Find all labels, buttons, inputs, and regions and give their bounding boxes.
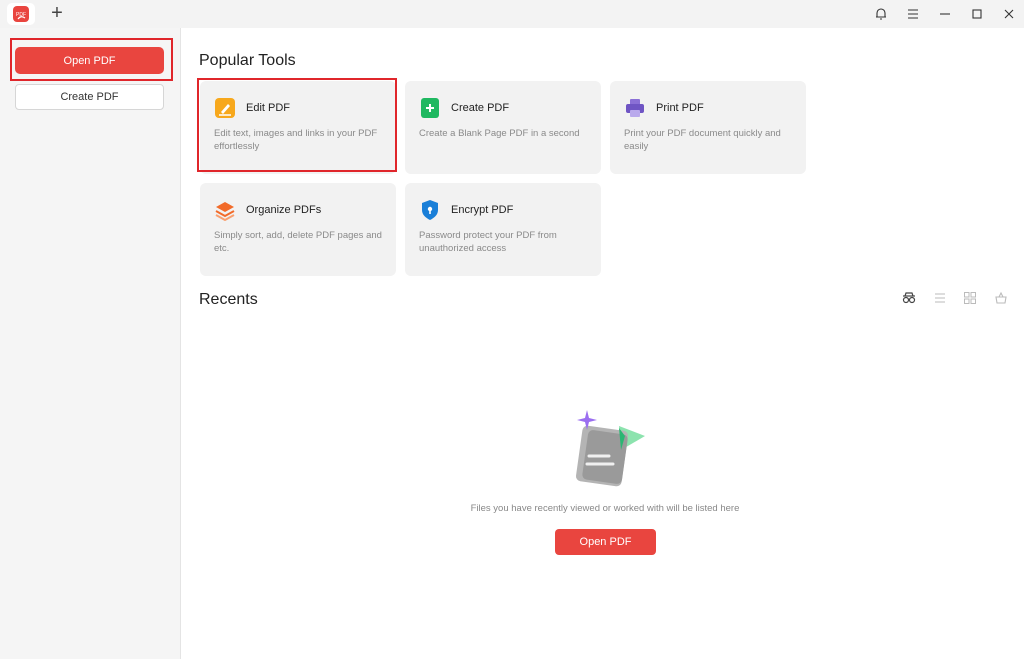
grid-view-icon[interactable] (962, 290, 978, 306)
glasses-icon[interactable] (901, 290, 917, 306)
tool-card-desc: Password protect your PDF from unauthori… (419, 230, 557, 254)
sidebar (0, 28, 181, 659)
empty-document-illustration (567, 406, 649, 488)
recents-title: Recents (199, 291, 258, 308)
edit-pdf-highlight (197, 78, 397, 172)
title-bar: PDF + (0, 0, 1024, 28)
sidebar-create-pdf-button[interactable]: Create PDF (15, 84, 164, 110)
basket-icon[interactable] (993, 290, 1009, 306)
bell-icon[interactable] (872, 5, 890, 23)
tool-card-title: Encrypt PDF (451, 204, 514, 216)
tool-card-title: Create PDF (451, 102, 510, 114)
sidebar-open-pdf-button[interactable]: Open PDF (15, 47, 164, 74)
shield-lock-icon (419, 199, 441, 221)
minimize-icon[interactable] (936, 5, 954, 23)
printer-icon (624, 97, 646, 119)
app-logo: PDF (7, 3, 35, 25)
tool-card-desc: Create a Blank Page PDF in a second (419, 128, 580, 139)
empty-state-text: Files you have recently viewed or worked… (470, 503, 740, 514)
maximize-icon[interactable] (968, 5, 986, 23)
tool-card-title: Organize PDFs (246, 204, 322, 216)
tool-card-desc: Simply sort, add, delete PDF pages and e… (214, 230, 382, 254)
recents-open-pdf-button[interactable]: Open PDF (555, 529, 656, 555)
popular-tools-title: Popular Tools (199, 52, 296, 69)
menu-icon[interactable] (904, 5, 922, 23)
close-icon[interactable] (1000, 5, 1018, 23)
tool-card-encrypt-pdf[interactable]: Encrypt PDF Password protect your PDF fr… (405, 183, 601, 276)
tool-card-desc: Print your PDF document quickly and easi… (624, 128, 781, 152)
plus-document-icon (419, 97, 441, 119)
tool-card-create-pdf[interactable]: Create PDF Create a Blank Page PDF in a … (405, 81, 601, 174)
tool-card-print-pdf[interactable]: Print PDF Print your PDF document quickl… (610, 81, 806, 174)
tool-card-organize-pdfs[interactable]: Organize PDFs Simply sort, add, delete P… (200, 183, 396, 276)
new-tab-button[interactable]: + (49, 3, 65, 23)
layers-icon (214, 199, 236, 222)
tool-card-title: Print PDF (656, 102, 704, 114)
list-view-icon[interactable] (932, 290, 948, 306)
